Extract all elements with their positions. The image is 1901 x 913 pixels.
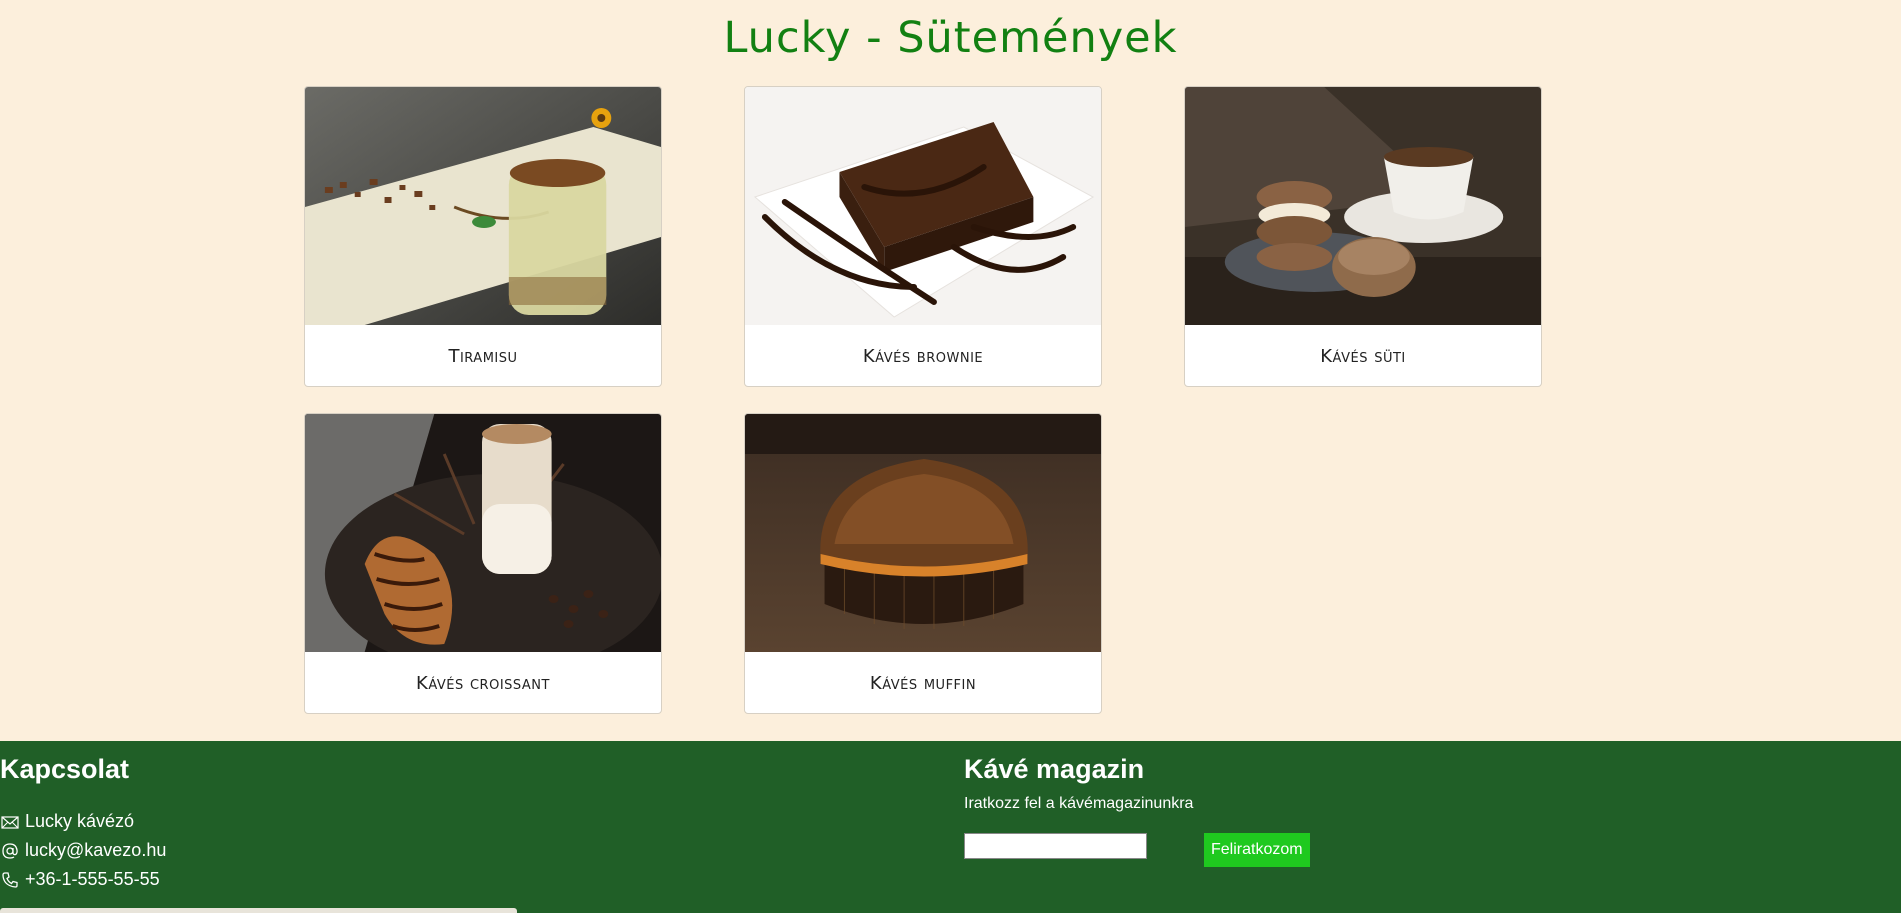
subscribe-button[interactable]: Feliratkozom <box>1204 833 1310 867</box>
muffin-photo <box>745 414 1101 652</box>
contact-email-line: lucky@kavezo.hu <box>0 836 700 865</box>
brownie-photo <box>745 87 1101 325</box>
suti-photo <box>1185 87 1541 325</box>
magazin-heading: Kávé magazin <box>964 754 1145 784</box>
product-card-croissant[interactable]: Kávés croissant <box>304 413 662 714</box>
contact-section: Kapcsolat Lucky kávézó lucky@kavezo.hu +… <box>0 741 700 894</box>
product-name: Kávés süti <box>1320 345 1406 367</box>
product-name: Kávés croissant <box>416 672 550 694</box>
envelope-icon <box>0 812 20 832</box>
magazin-section: Kávé magazin Iratkozz fel a kávémagazinu… <box>964 741 1464 867</box>
product-card-tiramisu[interactable]: Tiramisu <box>304 86 662 387</box>
magazin-subtitle: Iratkozz fel a kávémagazinunkra <box>964 795 1194 812</box>
contact-phone-line: +36-1-555-55-55 <box>0 865 700 894</box>
at-icon <box>0 841 20 861</box>
croissant-photo <box>305 414 661 652</box>
newsletter-email-input[interactable] <box>964 833 1147 859</box>
product-card-brownie[interactable]: Kávés brownie <box>744 86 1102 387</box>
page-title: Lucky - Sütemények <box>723 13 1178 63</box>
product-card-muffin[interactable]: Kávés muffin <box>744 413 1102 714</box>
contact-name: Lucky kávézó <box>25 811 135 831</box>
contact-heading: Kapcsolat <box>0 754 130 784</box>
product-name: Kávés muffin <box>869 672 977 694</box>
contact-phone[interactable]: +36-1-555-55-55 <box>25 869 160 890</box>
product-name: Kávés brownie <box>862 345 984 367</box>
product-card-suti[interactable]: Kávés süti <box>1184 86 1542 387</box>
tiramisu-photo <box>305 87 661 325</box>
footer-bottom-edge <box>0 908 517 913</box>
phone-icon <box>0 870 20 890</box>
contact-email[interactable]: lucky@kavezo.hu <box>25 840 166 861</box>
product-name: Tiramisu <box>448 345 518 367</box>
footer: Kapcsolat Lucky kávézó lucky@kavezo.hu +… <box>0 741 1901 913</box>
contact-name-line: Lucky kávézó <box>0 807 700 836</box>
